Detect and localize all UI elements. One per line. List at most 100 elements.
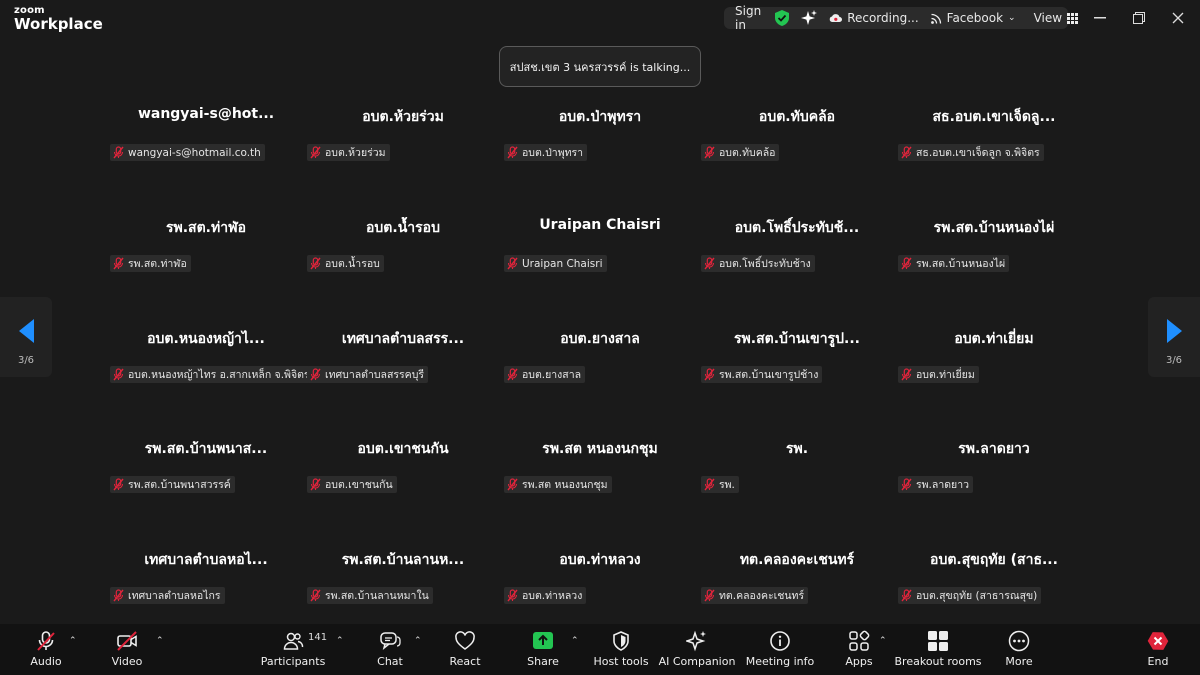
participant-name-tag: wangyai-s@hotmail.co.th	[110, 144, 265, 161]
participant-display-name: wangyai-s@hot...	[137, 106, 275, 122]
next-page-button[interactable]: 3/6	[1148, 297, 1200, 377]
host-tools-button[interactable]: Host tools	[593, 628, 649, 672]
audio-options-caret[interactable]: ⌃	[69, 636, 77, 646]
participant-tile[interactable]: อบต.โพธิ์ประทับช้... อบต.โพธิ์ประทับช้าง	[699, 205, 895, 315]
zoom-meeting-window: zoom Workplace Sign in Recording... Face…	[0, 0, 1200, 675]
participant-name-tag-text: อบต.น้ำรอบ	[325, 258, 380, 270]
participant-tile[interactable]: wangyai-s@hot... wangyai-s@hotmail.co.th	[108, 94, 304, 204]
participant-name-tag: รพ.สต.ท่าฬ่อ	[110, 255, 191, 272]
more-dots-icon	[1008, 630, 1030, 652]
participant-name-tag: อบต.ท่าหลวง	[504, 587, 587, 604]
participant-display-name: รพ.สต.ท่าฬ่อ	[165, 220, 247, 236]
participant-display-name: รพ.สต.บ้านเขารูป...	[734, 331, 860, 347]
restore-button[interactable]	[1129, 8, 1149, 28]
share-button[interactable]: Share	[526, 628, 560, 672]
ai-summary-status[interactable]	[795, 7, 823, 29]
apps-options-caret[interactable]: ⌃	[879, 636, 887, 646]
chat-button[interactable]: Chat	[375, 628, 405, 672]
participant-tile[interactable]: รพ.สต.ท่าฬ่อ รพ.สต.ท่าฬ่อ	[108, 205, 304, 315]
cloud-record-icon	[829, 14, 843, 22]
participant-tile[interactable]: อบต.ท่าเยี่ยม อบต.ท่าเยี่ยม	[896, 316, 1092, 426]
close-window-button[interactable]	[1168, 8, 1188, 28]
participant-tile[interactable]: รพ.สต.บ้านเขารูป... รพ.สต.บ้านเขารูปช้าง	[699, 316, 895, 426]
apps-label: Apps	[845, 655, 873, 668]
participant-tile[interactable]: อบต.ทับคล้อ อบต.ทับคล้อ	[699, 94, 895, 204]
brand-workplace: Workplace	[14, 15, 103, 33]
participant-name-tag: อบต.สุขฤทัย (สาธารณสุข)	[898, 587, 1042, 604]
participant-name-tag-text: รพ.ลาดยาว	[916, 479, 969, 491]
microphone-muted-icon	[113, 589, 124, 602]
participant-tile[interactable]: อบต.ป่าพุทรา อบต.ป่าพุทรา	[502, 94, 698, 204]
chat-options-caret[interactable]: ⌃	[414, 636, 422, 646]
participant-tile[interactable]: สธ.อบต.เขาเจ็ดลู... สธ.อบต.เขาเจ็ดลูก จ.พ…	[896, 94, 1092, 204]
participant-name-tag-text: เทศบาลตำบลหอไกร	[128, 590, 221, 602]
microphone-muted-icon	[901, 589, 912, 602]
minimize-icon	[1094, 17, 1106, 19]
video-button[interactable]: Video	[108, 628, 146, 672]
recording-status[interactable]: Recording...	[823, 7, 924, 29]
livestream-label: Facebook	[946, 11, 1004, 25]
participant-tile[interactable]: อบต.หนองหญ้าไ... อบต.หนองหญ้าไทร อ.สากเหล…	[108, 316, 310, 426]
participant-name-tag: รพ.สต.บ้านหนองไผ่	[898, 255, 1010, 272]
participant-name-tag-text: รพ.สต.ท่าฬ่อ	[128, 258, 187, 270]
participant-display-name: รพ.สต.บ้านลานห...	[341, 552, 465, 568]
participant-name-tag-text: อบต.โพธิ์ประทับช้าง	[719, 258, 811, 270]
share-options-caret[interactable]: ⌃	[571, 636, 579, 646]
participant-tile[interactable]: อบต.เขาชนกัน อบต.เขาชนกัน	[305, 426, 501, 536]
livestream-status[interactable]: Facebook ⌄	[925, 7, 1022, 29]
participant-name-tag-text: อบต.ยางสาล	[522, 369, 582, 381]
participant-tile[interactable]: รพ. รพ.	[699, 426, 895, 536]
participant-tile[interactable]: รพ.สต หนองนกชุม รพ.สต หนองนกชุม	[502, 426, 698, 536]
react-label: React	[449, 655, 481, 668]
ai-companion-button[interactable]: AI Companion	[659, 628, 735, 672]
video-options-caret[interactable]: ⌃	[156, 636, 164, 646]
participant-display-name: อบต.ห้วยร่วม	[362, 109, 444, 125]
sign-in-button[interactable]: Sign in	[724, 4, 769, 32]
meeting-info-button[interactable]: Meeting info	[745, 628, 815, 672]
more-button[interactable]: More	[1002, 628, 1036, 672]
heart-icon	[455, 631, 475, 650]
react-button[interactable]: React	[448, 628, 482, 672]
participant-name-tag-text: สธ.อบต.เขาเจ็ดลูก จ.พิจิตร	[916, 147, 1040, 159]
participant-tile[interactable]: รพ.สต.บ้านพนาส... รพ.สต.บ้านพนาสวรรค์	[108, 426, 304, 536]
restore-icon	[1133, 12, 1145, 24]
end-meeting-button[interactable]: End	[1142, 628, 1174, 672]
video-label: Video	[111, 655, 143, 668]
view-button[interactable]: View	[1028, 7, 1084, 29]
participants-label: Participants	[260, 655, 326, 668]
breakout-rooms-button[interactable]: Breakout rooms	[895, 628, 982, 672]
participant-tile[interactable]: รพ.ลาดยาว รพ.ลาดยาว	[896, 426, 1092, 536]
participant-tile[interactable]: อบต.ยางสาล อบต.ยางสาล	[502, 316, 698, 426]
participant-tile[interactable]: อบต.ห้วยร่วม อบต.ห้วยร่วม	[305, 94, 501, 204]
microphone-muted-icon	[507, 478, 518, 491]
participant-name-tag: อบต.ห้วยร่วม	[307, 144, 390, 161]
page-indicator-right: 3/6	[1165, 355, 1183, 366]
participants-options-caret[interactable]: ⌃	[336, 636, 344, 646]
participant-tile[interactable]: รพ.สต.บ้านหนองไผ่ รพ.สต.บ้านหนองไผ่	[896, 205, 1092, 315]
participant-tile[interactable]: Uraipan Chaisri Uraipan Chaisri	[502, 205, 698, 315]
microphone-muted-icon	[507, 589, 518, 602]
participant-display-name: รพ.	[785, 441, 809, 457]
participant-name-tag-text: อบต.หนองหญ้าไทร อ.สากเหล็ก จ.พิจิตร	[128, 369, 310, 381]
more-label: More	[1005, 655, 1033, 668]
microphone-muted-icon	[113, 146, 124, 159]
apps-icon	[849, 630, 870, 651]
microphone-muted-icon	[507, 257, 518, 270]
microphone-muted-icon	[901, 368, 912, 381]
participant-name-tag: เทศบาลตำบลหอไกร	[110, 587, 225, 604]
ai-companion-sparkle-icon	[686, 630, 706, 652]
previous-page-button[interactable]: 3/6	[0, 297, 52, 377]
meeting-info-label: Meeting info	[745, 655, 815, 668]
audio-button[interactable]: Audio	[28, 628, 64, 672]
participant-display-name: อบต.ยางสาล	[560, 331, 640, 347]
participant-tile[interactable]: เทศบาลตำบลสรร... เทศบาลตำบลสรรคบุรี	[305, 316, 501, 426]
microphone-muted-icon	[507, 368, 518, 381]
participant-tile[interactable]: อบต.น้ำรอบ อบต.น้ำรอบ	[305, 205, 501, 315]
chat-label: Chat	[377, 655, 403, 668]
microphone-muted-icon	[113, 368, 124, 381]
security-status[interactable]	[769, 7, 795, 29]
minimize-button[interactable]	[1090, 8, 1110, 28]
apps-button[interactable]: Apps	[843, 628, 875, 672]
microphone-muted-icon	[37, 631, 55, 651]
participant-name-tag-text: รพ.สต.บ้านลานหมาใน	[325, 590, 429, 602]
